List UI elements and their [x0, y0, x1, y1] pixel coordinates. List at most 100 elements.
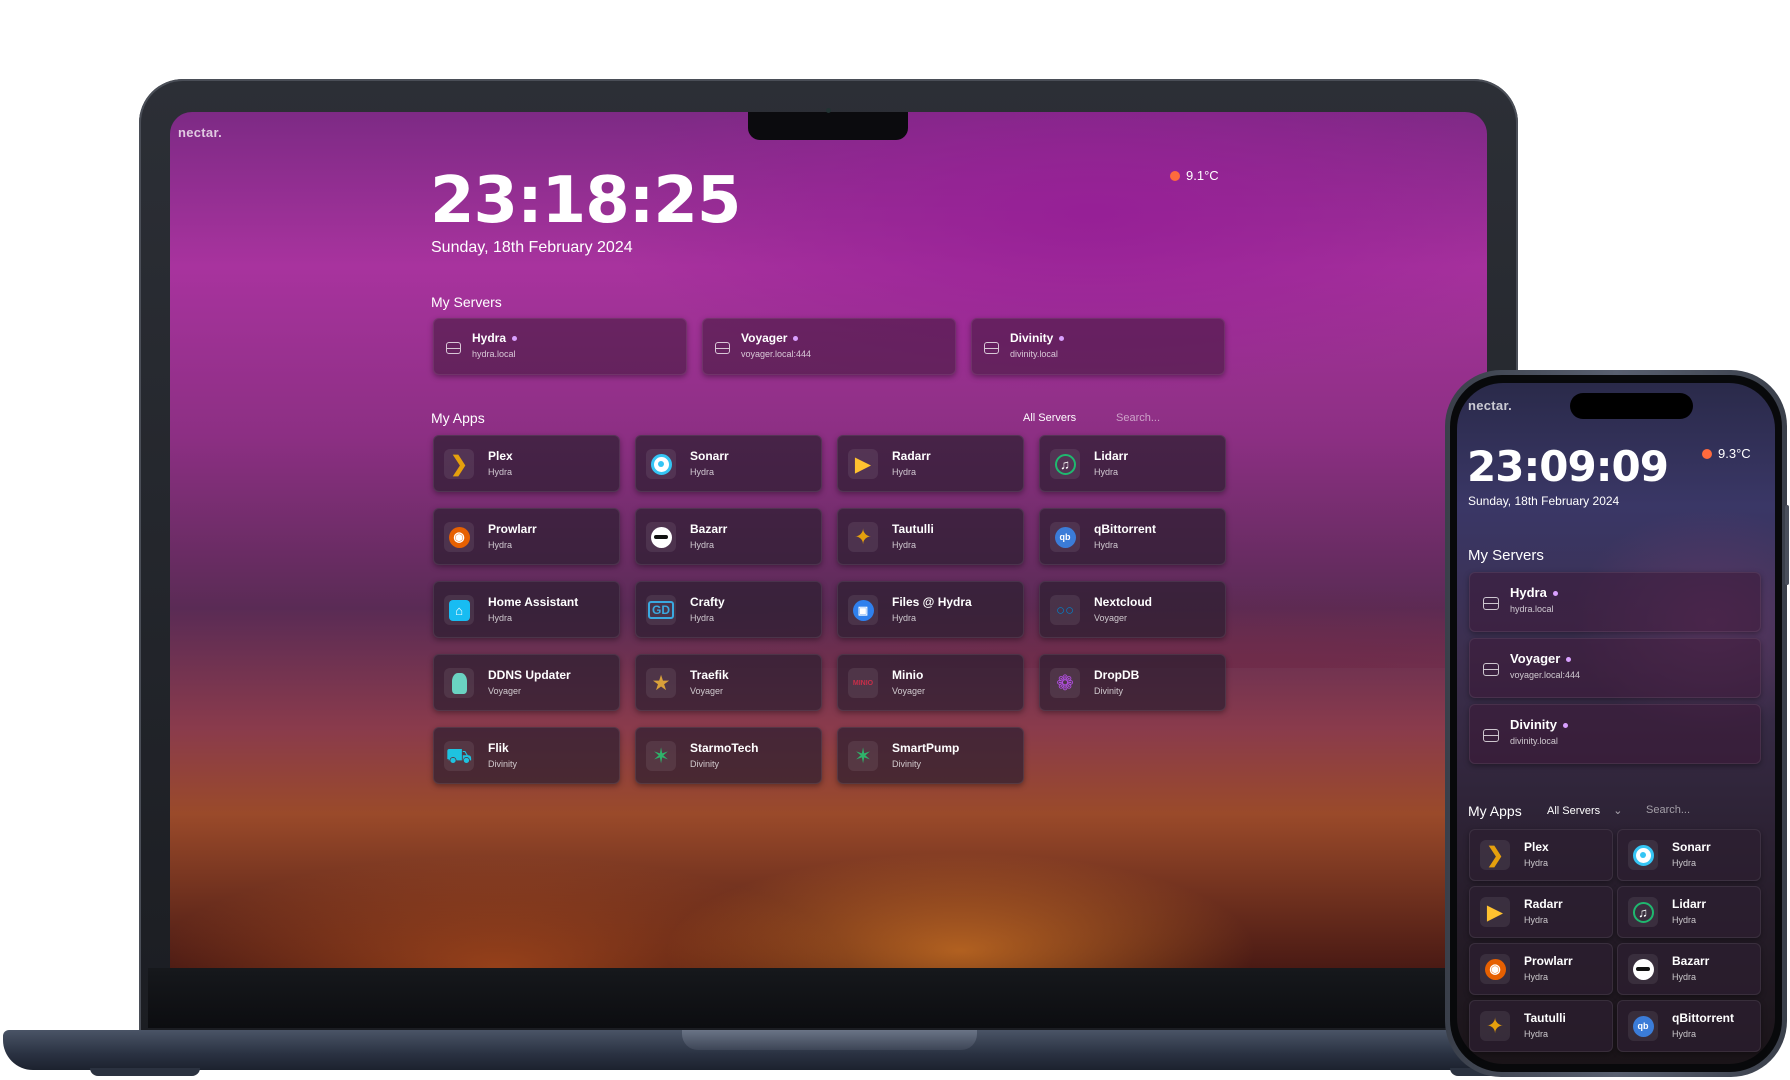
home-assistant-icon: ⌂ — [444, 595, 474, 625]
app-card[interactable]: ▶ Radarr Hydra — [837, 435, 1024, 492]
server-host: voyager.local:444 — [741, 349, 812, 359]
app-card[interactable]: ✦ Tautulli Hydra — [837, 508, 1024, 565]
app-name: DDNS Updater — [488, 668, 571, 682]
app-name: Radarr — [892, 449, 931, 463]
server-filter-dropdown[interactable]: All Servers ⌄ — [1547, 804, 1622, 817]
app-card[interactable]: ♫ Lidarr Hydra — [1617, 886, 1761, 938]
app-name: Flik — [488, 741, 509, 755]
app-server: Hydra — [1524, 915, 1549, 925]
app-name: qBittorrent — [1672, 1011, 1734, 1025]
files-icon: ▣ — [848, 595, 878, 625]
radarr-icon: ▶ — [1480, 897, 1510, 927]
app-card[interactable]: ✶ StarmoTech Divinity — [635, 727, 822, 784]
app-name: Prowlarr — [488, 522, 537, 536]
app-card[interactable]: ⛟ Flik Divinity — [433, 727, 620, 784]
date: Sunday, 18th February 2024 — [1468, 494, 1620, 508]
weather-widget[interactable]: 9.3°C — [1702, 446, 1751, 461]
online-status-dot — [512, 336, 518, 342]
app-name: Plex — [488, 449, 513, 463]
app-name: Lidarr — [1094, 449, 1129, 463]
server-card[interactable]: Voyager voyager.local:444 — [1469, 638, 1761, 698]
apps-heading: My Apps — [431, 410, 485, 426]
server-filter-dropdown[interactable]: All Servers — [1023, 412, 1076, 424]
app-card[interactable]: ⌂ Home Assistant Hydra — [433, 581, 620, 638]
nextcloud-icon: ○○ — [1050, 595, 1080, 625]
server-name: Divinity — [1510, 717, 1568, 732]
clock: 23:09:09 — [1467, 442, 1669, 491]
app-server: Voyager — [690, 686, 724, 696]
app-card[interactable]: ▣ Files @ Hydra Hydra — [837, 581, 1024, 638]
prowlarr-icon: ◉ — [444, 522, 474, 552]
server-name: Hydra — [472, 331, 518, 345]
app-card[interactable]: Bazarr Hydra — [1617, 943, 1761, 995]
app-name: Minio — [892, 668, 924, 682]
app-card[interactable]: ✶ SmartPump Divinity — [837, 727, 1024, 784]
app-server: Hydra — [690, 467, 715, 477]
app-name: Files @ Hydra — [892, 595, 972, 609]
chevron-down-icon: ⌄ — [1613, 805, 1623, 817]
app-card[interactable]: qb qBittorrent Hydra — [1617, 1000, 1761, 1052]
qbittorrent-icon: qb — [1050, 522, 1080, 552]
app-card[interactable]: ♫ Lidarr Hydra — [1039, 435, 1226, 492]
starmotech-icon: ✶ — [646, 741, 676, 771]
app-card[interactable]: ○○ Nextcloud Voyager — [1039, 581, 1226, 638]
app-name: Nextcloud — [1094, 595, 1153, 609]
dynamic-island — [1570, 393, 1693, 419]
app-server: Hydra — [1524, 1029, 1549, 1039]
app-server: Divinity — [690, 759, 720, 769]
app-card[interactable]: Sonarr Hydra — [1617, 829, 1761, 881]
app-name: Radarr — [1524, 897, 1563, 911]
search-input[interactable]: Search... — [1646, 804, 1690, 816]
phone-side-button — [1785, 505, 1789, 585]
app-card[interactable]: ❁ DropDB Divinity — [1039, 654, 1226, 711]
plex-icon: ❯ — [444, 449, 474, 479]
app-name: SmartPump — [892, 741, 960, 755]
server-card[interactable]: Voyager voyager.local:444 — [702, 318, 956, 375]
server-card[interactable]: Hydra hydra.local — [1469, 572, 1761, 632]
app-card[interactable]: DDNS Updater Voyager — [433, 654, 620, 711]
app-card[interactable]: ◉ Prowlarr Hydra — [433, 508, 620, 565]
app-server: Hydra — [488, 540, 513, 550]
laptop-foot — [90, 1068, 200, 1076]
camera-icon — [826, 108, 831, 113]
app-card[interactable]: ▶ Radarr Hydra — [1469, 886, 1613, 938]
app-server: Hydra — [1524, 972, 1549, 982]
app-name: Prowlarr — [1524, 954, 1573, 968]
search-input[interactable]: Search... — [1116, 412, 1160, 424]
app-server: Hydra — [1672, 858, 1697, 868]
online-status-dot — [1552, 591, 1558, 597]
app-server: Hydra — [1672, 915, 1697, 925]
app-card[interactable]: ◉ Prowlarr Hydra — [1469, 943, 1613, 995]
app-server: Hydra — [1094, 540, 1119, 550]
radarr-icon: ▶ — [848, 449, 878, 479]
app-card[interactable]: ❯ Plex Hydra — [433, 435, 620, 492]
server-card[interactable]: Divinity divinity.local — [1469, 704, 1761, 764]
prowlarr-icon: ◉ — [1480, 954, 1510, 984]
lidarr-icon: ♫ — [1628, 897, 1658, 927]
app-card[interactable]: Bazarr Hydra — [635, 508, 822, 565]
app-server: Hydra — [488, 613, 513, 623]
dropdb-icon: ❁ — [1050, 668, 1080, 698]
app-name: Plex — [1524, 840, 1549, 854]
app-name: DropDB — [1094, 668, 1140, 682]
online-status-dot — [1566, 657, 1572, 663]
minio-icon: MINIO — [848, 668, 878, 698]
brand-logo: nectar. — [178, 125, 223, 140]
weather-widget[interactable]: 9.1°C — [1170, 168, 1219, 183]
app-name: Sonarr — [1672, 840, 1711, 854]
app-card[interactable]: GD Crafty Hydra — [635, 581, 822, 638]
app-card[interactable]: MINIO Minio Voyager — [837, 654, 1024, 711]
app-card[interactable]: ✦ Tautulli Hydra — [1469, 1000, 1613, 1052]
plex-icon: ❯ — [1480, 840, 1510, 870]
server-card[interactable]: Divinity divinity.local — [971, 318, 1225, 375]
app-card[interactable]: Sonarr Hydra — [635, 435, 822, 492]
server-icon — [715, 342, 730, 354]
server-icon — [1483, 663, 1499, 676]
clock: 23:18:25 — [430, 164, 741, 238]
app-card[interactable]: ❯ Plex Hydra — [1469, 829, 1613, 881]
app-card[interactable]: qb qBittorrent Hydra — [1039, 508, 1226, 565]
app-server: Hydra — [1672, 972, 1697, 982]
app-card[interactable]: ★ Traefik Voyager — [635, 654, 822, 711]
server-card[interactable]: Hydra hydra.local — [433, 318, 687, 375]
app-name: Sonarr — [690, 449, 729, 463]
